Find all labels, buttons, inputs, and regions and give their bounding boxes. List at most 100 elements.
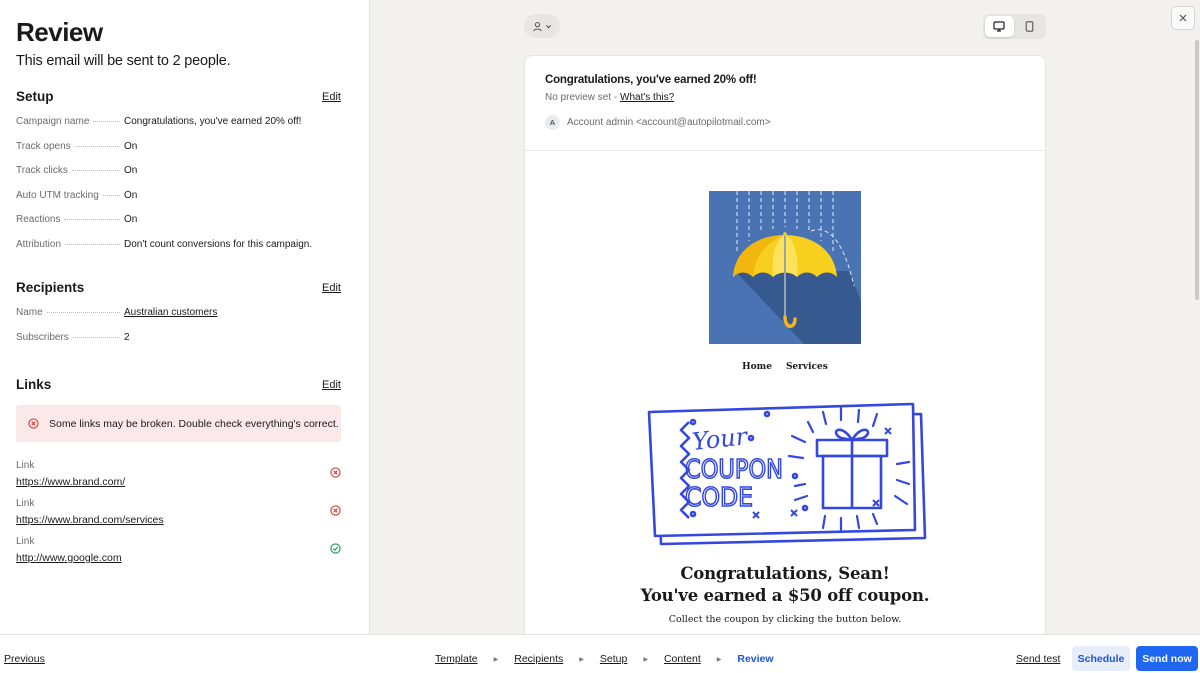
review-panel: Review This email will be sent to 2 peop…	[0, 0, 370, 634]
step-review[interactable]: Review	[737, 653, 773, 665]
setup-row: Track clicks On	[16, 165, 341, 190]
scrollbar[interactable]	[1195, 40, 1199, 300]
setup-value: Don't count conversions for this campaig…	[124, 238, 313, 250]
setup-value: On	[124, 214, 138, 225]
setup-value: On	[124, 165, 138, 176]
preview-as-contact-button[interactable]	[524, 14, 560, 38]
broken-links-alert: Some links may be broken. Double check e…	[16, 405, 341, 442]
setup-key: Track clicks	[16, 165, 68, 176]
close-icon	[1179, 14, 1187, 22]
avatar: A	[545, 115, 560, 130]
umbrella-image	[709, 191, 861, 344]
chevron-down-icon	[545, 24, 552, 28]
step-recipients[interactable]: Recipients	[514, 653, 563, 665]
links-edit-link[interactable]: Edit	[322, 379, 341, 391]
send-now-button[interactable]: Send now	[1136, 646, 1198, 671]
device-toggle	[983, 14, 1046, 39]
setup-edit-link[interactable]: Edit	[322, 91, 341, 103]
setup-value: On	[124, 189, 138, 201]
desktop-icon	[993, 21, 1005, 32]
link-url[interactable]: https://www.brand.com/	[16, 476, 341, 488]
mobile-icon	[1025, 21, 1034, 32]
setup-key: Campaign name	[16, 116, 90, 127]
error-circle-icon	[330, 467, 341, 478]
page-title: Review	[16, 17, 103, 47]
recipients-title: Recipients	[16, 280, 85, 295]
schedule-button[interactable]: Schedule	[1072, 646, 1130, 671]
close-button[interactable]	[1171, 6, 1195, 30]
setup-value: Congratulations, you've earned 20% off!	[124, 116, 302, 127]
coupon-word-code: CODE	[685, 483, 753, 513]
step-navigator: Template ▶ Recipients ▶ Setup ▶ Content …	[435, 653, 774, 665]
email-preview-text: No preview set - What's this?	[545, 92, 1025, 103]
recipients-key: Name	[16, 307, 43, 318]
coupon-word-your: Your	[691, 422, 750, 456]
step-content[interactable]: Content	[664, 653, 701, 665]
error-circle-icon	[330, 505, 341, 516]
email-preview: Congratulations, you've earned 20% off! …	[524, 55, 1046, 634]
previous-link[interactable]: Previous	[4, 653, 45, 665]
step-separator-icon: ▶	[579, 656, 584, 663]
email-headline: Congratulations, Sean! You've earned a $…	[525, 563, 1045, 607]
check-circle-icon	[330, 543, 341, 554]
setup-list: Campaign name Congratulations, you've ear…	[16, 116, 341, 263]
link-url[interactable]: https://www.brand.com/services	[16, 514, 341, 526]
links-section-header: Links Edit	[16, 377, 341, 392]
recipients-edit-link[interactable]: Edit	[322, 282, 341, 294]
user-icon	[533, 21, 542, 31]
email-subject: Congratulations, you've earned 20% off!	[545, 74, 757, 86]
link-item: Link http://www.google.com	[16, 531, 341, 569]
recipients-section-header: Recipients Edit	[16, 280, 341, 295]
step-template[interactable]: Template	[435, 653, 478, 665]
step-separator-icon: ▶	[493, 656, 499, 663]
link-label: Link	[16, 460, 35, 471]
setup-row: Auto UTM tracking On	[16, 190, 341, 215]
recipients-value: 2	[124, 331, 130, 343]
email-body-text: Collect the coupon by clicking the butto…	[668, 614, 902, 625]
whats-this-link[interactable]: What's this?	[620, 92, 674, 103]
email-from: A Account admin <account@autopilotmail.c…	[545, 115, 1025, 130]
headline-line-2: You've earned a $50 off coupon.	[640, 586, 930, 605]
setup-title: Setup	[16, 89, 54, 104]
setup-value: On	[124, 140, 138, 152]
link-item: Link https://www.brand.com/	[16, 455, 341, 493]
setup-row: Track opens On	[16, 141, 341, 166]
coupon-word-coupon: COUPON	[685, 455, 783, 485]
coupon-image: Your COUPON CODE	[647, 402, 927, 546]
setup-key: Reactions	[16, 214, 61, 225]
recipients-row: Subscribers 2	[16, 332, 341, 357]
recipients-list: Name Australian customers Subscribers 2	[16, 307, 341, 356]
headline-line-1: Congratulations, Sean!	[680, 564, 890, 583]
link-url[interactable]: http://www.google.com	[16, 552, 341, 564]
links-title: Links	[16, 377, 52, 392]
step-separator-icon: ▶	[716, 656, 722, 663]
error-circle-icon	[28, 418, 39, 429]
mobile-view-button[interactable]	[1016, 16, 1045, 37]
preview-text: No preview set -	[545, 92, 621, 103]
links-list: Link https://www.brand.com/ Link https:/…	[16, 455, 341, 569]
segment-link[interactable]: Australian customers	[124, 307, 217, 318]
recipients-row: Name Australian customers	[16, 307, 341, 332]
link-label: Link	[16, 498, 35, 509]
alert-text: Some links may be broken. Double check e…	[49, 417, 339, 430]
recipients-key: Subscribers	[16, 331, 69, 343]
email-nav-home[interactable]: Home	[742, 362, 772, 372]
setup-key: Track opens	[16, 140, 71, 152]
setup-row: Reactions On	[16, 214, 341, 239]
email-header: Congratulations, you've earned 20% off! …	[525, 56, 1045, 151]
setup-row: Attribution Don't count conversions for t…	[16, 239, 341, 264]
email-nav: Home Services	[525, 362, 1045, 372]
link-item: Link https://www.brand.com/services	[16, 493, 341, 531]
email-nav-services[interactable]: Services	[786, 362, 828, 372]
setup-row: Campaign name Congratulations, you've ear…	[16, 116, 341, 141]
send-test-link[interactable]: Send test	[1016, 653, 1060, 665]
setup-key: Attribution	[16, 238, 62, 250]
from-address: Account admin <account@autopilotmail.com…	[567, 117, 771, 128]
step-separator-icon: ▶	[643, 656, 648, 663]
footer-bar: Previous Template ▶ Recipients ▶ Setup ▶…	[0, 634, 1200, 673]
page-subtitle: This email will be sent to 2 people.	[16, 53, 231, 69]
link-label: Link	[16, 536, 35, 547]
setup-key: Auto UTM tracking	[16, 189, 99, 201]
desktop-view-button[interactable]	[985, 16, 1014, 37]
step-setup[interactable]: Setup	[600, 653, 627, 665]
